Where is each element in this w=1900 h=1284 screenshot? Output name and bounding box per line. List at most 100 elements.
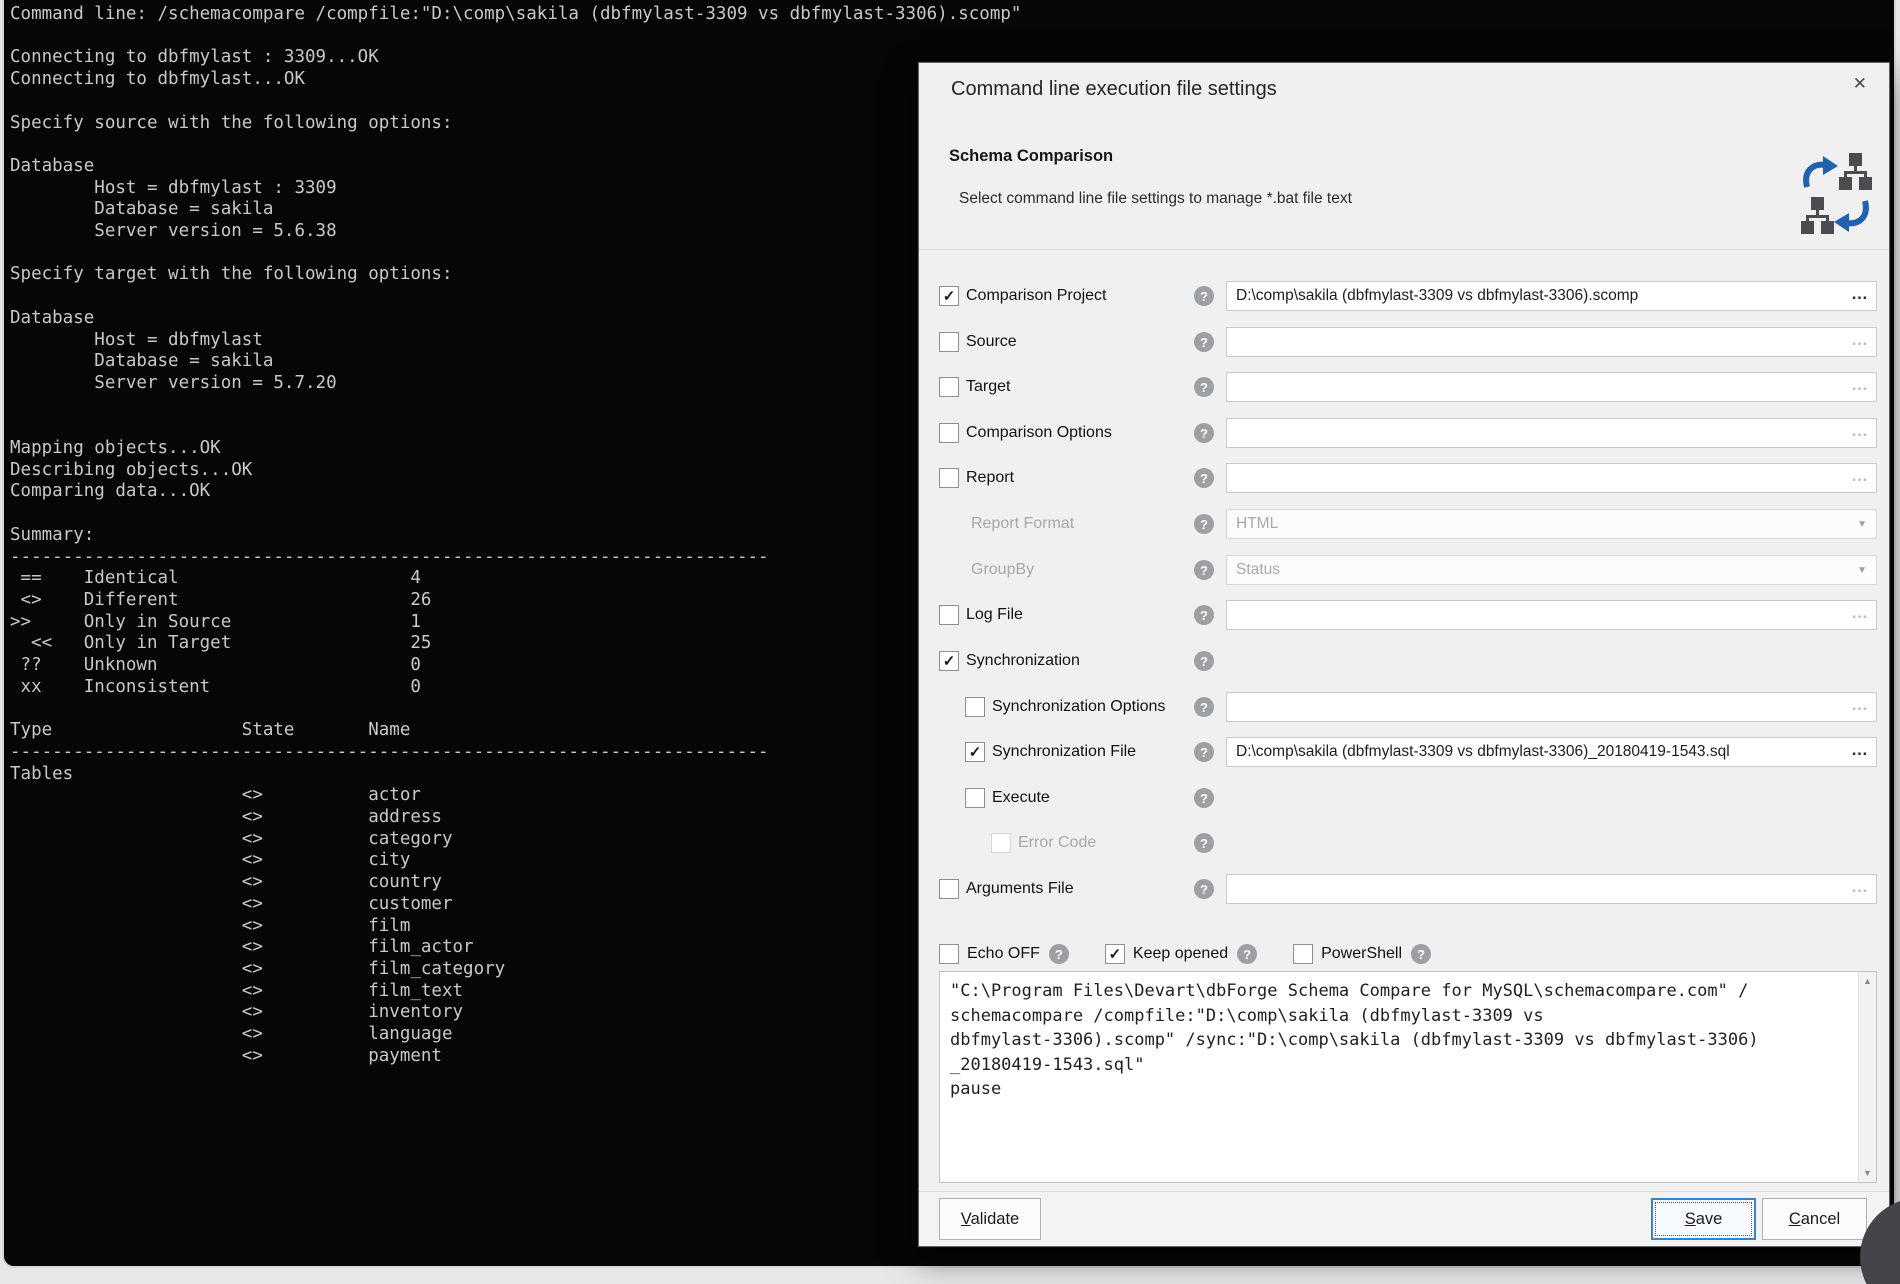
checkbox-keep-opened[interactable]: ✓ — [1105, 944, 1125, 964]
save-button[interactable]: Save — [1651, 1198, 1756, 1240]
select-report-format: HTML ▼ — [1226, 509, 1877, 539]
row-synchronization: ✓ Synchronization? — [919, 646, 1889, 676]
select-value: HTML — [1236, 515, 1278, 533]
help-icon[interactable]: ? — [1194, 697, 1214, 717]
browse-button[interactable]: … — [1851, 600, 1869, 626]
row-groupby: GroupBy? Status▼ — [919, 555, 1889, 585]
field-synchronization-options[interactable]: … — [1226, 692, 1877, 722]
help-icon[interactable]: ? — [1194, 879, 1214, 899]
select-groupby: Status▼ — [1226, 555, 1877, 585]
help-icon[interactable]: ? — [1194, 514, 1214, 534]
help-icon[interactable]: ? — [1049, 944, 1069, 964]
help-icon[interactable]: ? — [1237, 944, 1257, 964]
help-icon[interactable]: ? — [1194, 651, 1214, 671]
option-keep-opened: ✓ Keep opened? — [1105, 944, 1257, 964]
schema-compare-icon — [1799, 151, 1873, 242]
chevron-down-icon: ▼ — [1857, 519, 1867, 530]
help-icon[interactable]: ? — [1194, 377, 1214, 397]
field-arguments-file[interactable]: … — [1226, 874, 1877, 904]
help-icon[interactable]: ? — [1194, 833, 1214, 853]
row-arguments-file: Arguments File?… — [919, 874, 1889, 904]
row-report-format: Report Format? HTML ▼ — [919, 509, 1889, 539]
option-powershell: PowerShell? — [1293, 944, 1431, 964]
label-comparison-options: Comparison Options — [966, 424, 1112, 442]
checkbox-synchronization-file[interactable]: ✓ — [965, 742, 985, 762]
header-divider — [919, 249, 1889, 250]
checkbox-arguments-file[interactable] — [939, 879, 959, 899]
scrollbar[interactable]: ▲ ▼ — [1858, 972, 1876, 1182]
label-report-format: Report Format — [971, 515, 1074, 533]
help-icon[interactable]: ? — [1194, 332, 1214, 352]
browse-button[interactable]: … — [1851, 463, 1869, 489]
bat-file-text-area[interactable]: "C:\Program Files\Devart\dbForge Schema … — [939, 971, 1877, 1183]
label-keep-opened: Keep opened — [1133, 945, 1228, 963]
browse-button[interactable]: … — [1851, 281, 1869, 307]
browse-button[interactable]: … — [1851, 737, 1869, 763]
label-synchronization: Synchronization — [966, 652, 1080, 670]
help-icon[interactable]: ? — [1194, 423, 1214, 443]
label-groupby: GroupBy — [971, 561, 1034, 579]
option-echo-off: Echo OFF? — [939, 944, 1069, 964]
help-icon[interactable]: ? — [1194, 788, 1214, 808]
label-error-code: Error Code — [1018, 834, 1096, 852]
row-comparison-project: ✓ Comparison Project? D:\comp\sakila (dbfm… — [919, 281, 1889, 311]
dialog-titlebar[interactable]: Command line execution file settings ✕ — [919, 63, 1889, 117]
help-icon[interactable]: ? — [1194, 468, 1214, 488]
label-synchronization-options: Synchronization Options — [992, 698, 1165, 716]
desktop: Command line: /schemacompare /compfile:"… — [0, 0, 1900, 1284]
label-target: Target — [966, 378, 1010, 396]
label-echo-off: Echo OFF — [967, 945, 1040, 963]
help-icon[interactable]: ? — [1194, 605, 1214, 625]
dialog-command-line-settings: Command line execution file settings ✕ S… — [918, 62, 1890, 1247]
checkbox-execute[interactable] — [965, 788, 985, 808]
row-execute: Execute? — [919, 783, 1889, 813]
browse-button[interactable]: … — [1851, 418, 1869, 444]
checkbox-powershell[interactable] — [1293, 944, 1313, 964]
field-source[interactable]: … — [1226, 327, 1877, 357]
checkbox-log-file[interactable] — [939, 605, 959, 625]
field-report[interactable]: … — [1226, 463, 1877, 493]
browse-button[interactable]: … — [1851, 327, 1869, 353]
select-value: Status — [1236, 561, 1280, 579]
label-comparison-project: Comparison Project — [966, 287, 1107, 305]
help-icon[interactable]: ? — [1194, 286, 1214, 306]
validate-button[interactable]: Validate — [939, 1198, 1041, 1240]
schema-comparison-heading: Schema Comparison — [949, 147, 1113, 166]
dialog-description: Select command line file settings to man… — [959, 190, 1352, 208]
field-comparison-project[interactable]: D:\comp\sakila (dbfmylast-3309 vs dbfmyl… — [1226, 281, 1877, 311]
browse-button[interactable]: … — [1851, 874, 1869, 900]
field-target[interactable]: … — [1226, 372, 1877, 402]
checkbox-comparison-project[interactable]: ✓ — [939, 286, 959, 306]
scroll-up-icon[interactable]: ▲ — [1859, 972, 1876, 990]
checkbox-synchronization-options[interactable] — [965, 697, 985, 717]
dialog-title: Command line execution file settings — [951, 78, 1277, 101]
field-log-file[interactable]: … — [1226, 600, 1877, 630]
browse-button[interactable]: … — [1851, 692, 1869, 718]
scroll-down-icon[interactable]: ▼ — [1859, 1164, 1876, 1182]
label-report: Report — [966, 469, 1014, 487]
dialog-button-bar: Validate Save Cancel ⋰ — [919, 1191, 1889, 1246]
help-icon[interactable]: ? — [1194, 560, 1214, 580]
field-comparison-options[interactable]: … — [1226, 418, 1877, 448]
checkbox-source[interactable] — [939, 332, 959, 352]
label-powershell: PowerShell — [1321, 945, 1402, 963]
label-execute: Execute — [992, 789, 1050, 807]
checkbox-echo-off[interactable] — [939, 944, 959, 964]
field-synchronization-file[interactable]: D:\comp\sakila (dbfmylast-3309 vs dbfmyl… — [1226, 737, 1877, 767]
help-icon[interactable]: ? — [1194, 742, 1214, 762]
checkbox-target[interactable] — [939, 377, 959, 397]
row-synchronization-file: ✓Synchronization File?D:\comp\sakila (db… — [919, 737, 1889, 767]
row-synchronization-options: Synchronization Options? … — [919, 692, 1889, 722]
row-comparison-options: Comparison Options? … — [919, 418, 1889, 448]
checkbox-comparison-options[interactable] — [939, 423, 959, 443]
browse-button[interactable]: … — [1851, 372, 1869, 398]
checkbox-report[interactable] — [939, 468, 959, 488]
close-icon[interactable]: ✕ — [1853, 74, 1867, 94]
cancel-button[interactable]: Cancel — [1762, 1198, 1867, 1240]
help-icon[interactable]: ? — [1411, 944, 1431, 964]
label-log-file: Log File — [966, 606, 1023, 624]
checkbox-error-code — [991, 833, 1011, 853]
label-source: Source — [966, 333, 1017, 351]
row-error-code: Error Code? — [919, 828, 1889, 858]
checkbox-synchronization[interactable]: ✓ — [939, 651, 959, 671]
